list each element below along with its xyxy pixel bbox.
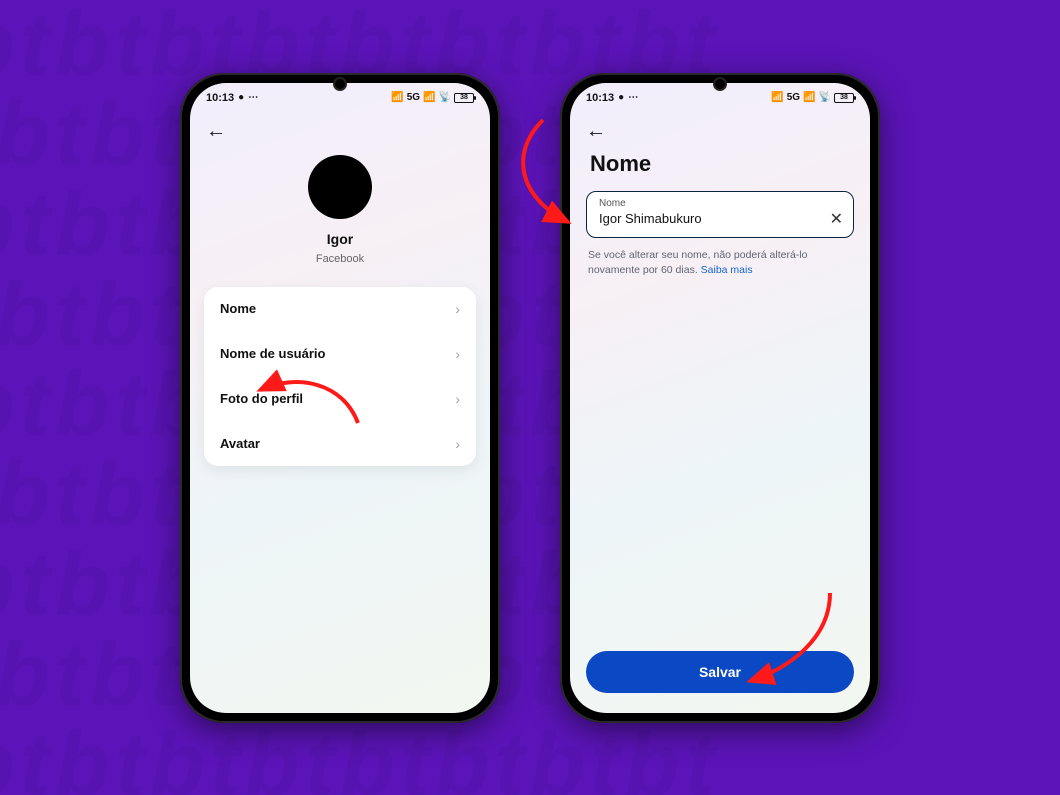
screen-edit-name: 10:13 ● ⋯ 📶 5G 📶 📡 38 ← Nome Nome bbox=[570, 83, 870, 713]
status-more-icon: ⋯ bbox=[628, 92, 638, 103]
status-time: 10:13 bbox=[206, 92, 234, 104]
clear-input-icon[interactable]: ✕ bbox=[830, 209, 843, 229]
avatar[interactable] bbox=[308, 155, 372, 219]
name-input[interactable] bbox=[599, 211, 819, 226]
name-field-label: Nome bbox=[599, 198, 843, 209]
chevron-right-icon: › bbox=[455, 391, 460, 407]
app-bar: ← bbox=[570, 111, 870, 145]
chevron-right-icon: › bbox=[455, 301, 460, 317]
row-avatar[interactable]: Avatar › bbox=[204, 421, 476, 466]
row-foto-perfil-label: Foto do perfil bbox=[220, 391, 303, 406]
helper-text: Se você alterar seu nome, não poderá alt… bbox=[588, 248, 852, 278]
battery-icon: 38 bbox=[454, 93, 474, 103]
save-button[interactable]: Salvar bbox=[586, 651, 854, 693]
phone-frame-2: 10:13 ● ⋯ 📶 5G 📶 📡 38 ← Nome Nome bbox=[560, 73, 880, 723]
learn-more-link[interactable]: Saiba mais bbox=[701, 264, 753, 276]
page-title: Nome bbox=[570, 145, 870, 187]
profile-platform: Facebook bbox=[316, 253, 364, 265]
settings-card: Nome › Nome de usuário › Foto do perfil … bbox=[204, 287, 476, 466]
signal-icon: 📶 bbox=[391, 92, 403, 103]
status-time: 10:13 bbox=[586, 92, 614, 104]
screen-profile: 10:13 ● ⋯ 📶 5G 📶 📡 38 ← Igor Facebook bbox=[190, 83, 490, 713]
chevron-right-icon: › bbox=[455, 346, 460, 362]
wifi-icon: 📡 bbox=[439, 92, 451, 103]
phone-frame-1: 10:13 ● ⋯ 📶 5G 📶 📡 38 ← Igor Facebook bbox=[180, 73, 500, 723]
row-foto-perfil[interactable]: Foto do perfil › bbox=[204, 376, 476, 421]
row-nome-usuario[interactable]: Nome de usuário › bbox=[204, 331, 476, 376]
signal-icon: 📶 bbox=[771, 92, 783, 103]
app-bar: ← bbox=[190, 111, 490, 145]
wifi-icon: 📡 bbox=[819, 92, 831, 103]
network-type: 5G bbox=[787, 92, 800, 103]
chevron-right-icon: › bbox=[455, 436, 460, 452]
back-button[interactable]: ← bbox=[206, 121, 230, 141]
signal-icon-2: 📶 bbox=[803, 92, 815, 103]
profile-name: Igor bbox=[327, 231, 353, 247]
row-nome-usuario-label: Nome de usuário bbox=[220, 346, 325, 361]
row-avatar-label: Avatar bbox=[220, 436, 260, 451]
helper-text-body: Se você alterar seu nome, não poderá alt… bbox=[588, 249, 807, 276]
status-more-icon: ⋯ bbox=[248, 92, 258, 103]
network-type: 5G bbox=[407, 92, 420, 103]
row-nome-label: Nome bbox=[220, 301, 256, 316]
battery-icon: 38 bbox=[834, 93, 854, 103]
signal-icon-2: 📶 bbox=[423, 92, 435, 103]
status-notification-icon: ● bbox=[238, 92, 244, 103]
status-notification-icon: ● bbox=[618, 92, 624, 103]
camera-cutout bbox=[713, 77, 727, 91]
profile-header: Igor Facebook bbox=[190, 155, 490, 265]
camera-cutout bbox=[333, 77, 347, 91]
back-button[interactable]: ← bbox=[586, 121, 610, 141]
bottom-bar: Salvar bbox=[570, 651, 870, 713]
name-field[interactable]: Nome ✕ bbox=[586, 191, 854, 238]
row-nome[interactable]: Nome › bbox=[204, 287, 476, 331]
